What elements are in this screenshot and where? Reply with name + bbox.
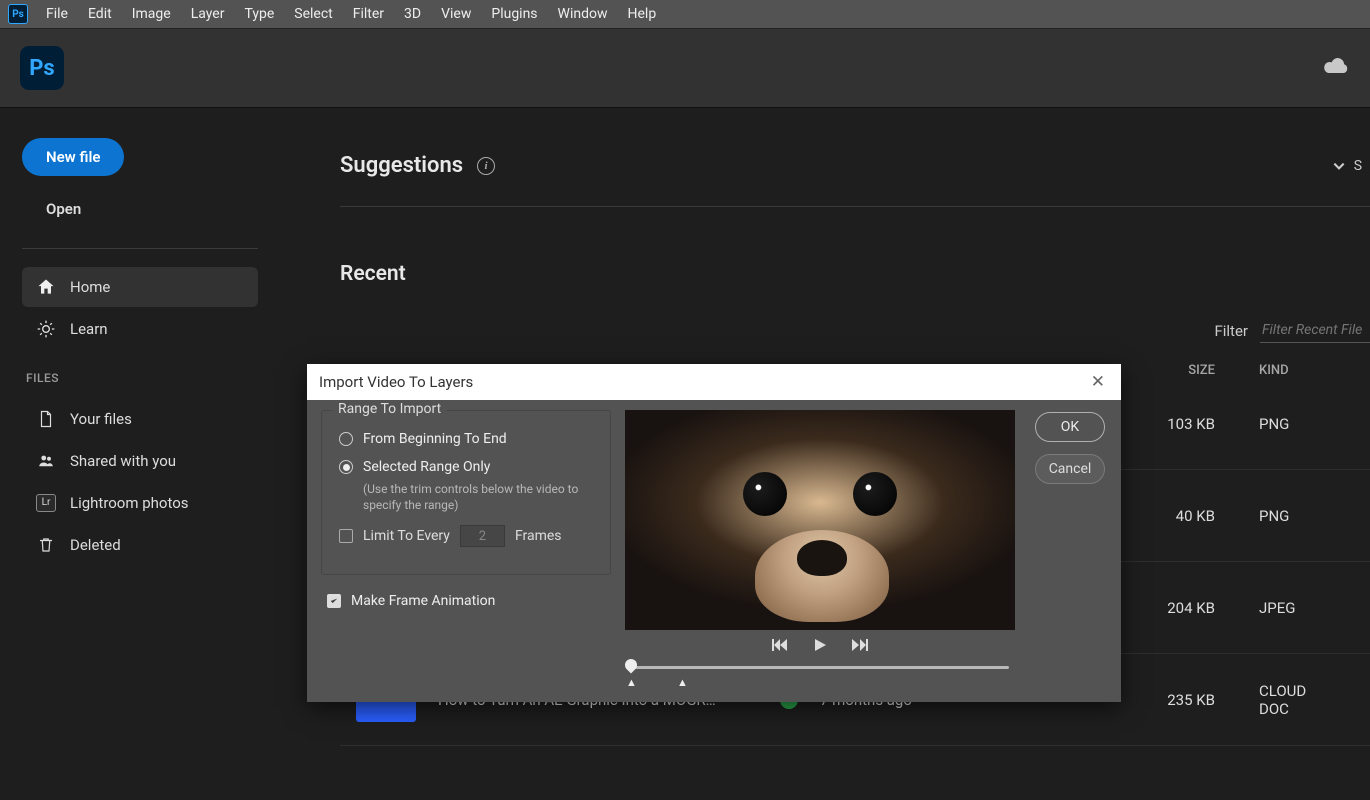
sidebar-item-label: Your files (70, 410, 132, 428)
range-legend: Range To Import (332, 401, 447, 417)
sidebar-item-label: Learn (70, 320, 108, 338)
radio-icon (339, 432, 353, 446)
suggestions-divider (340, 206, 1370, 207)
sidebar: New file Open Home Learn FILES Your file… (0, 108, 280, 800)
playhead-handle[interactable] (623, 657, 640, 674)
sidebar-item-home[interactable]: Home (22, 267, 258, 307)
checkbox-icon (327, 594, 341, 608)
people-icon (36, 451, 56, 471)
menu-item-help[interactable]: Help (618, 2, 667, 26)
menu-item-3d[interactable]: 3D (394, 2, 431, 26)
limit-frames-input[interactable] (460, 525, 505, 547)
sidebar-item-shared[interactable]: Shared with you (22, 441, 258, 481)
sidebar-section-files: FILES (26, 371, 258, 385)
ps-badge-icon: Ps (8, 4, 28, 24)
make-frame-animation-checkbox[interactable]: Make Frame Animation (327, 593, 611, 609)
chevron-down-icon (1332, 159, 1346, 173)
app-header: Ps (0, 28, 1370, 108)
sidebar-item-your-files[interactable]: Your files (22, 399, 258, 439)
menu-item-select[interactable]: Select (284, 2, 342, 26)
file-size: 235 KB (1125, 691, 1215, 709)
radio-icon (339, 460, 353, 474)
ok-button[interactable]: OK (1035, 412, 1105, 442)
recent-heading: Recent (340, 262, 1370, 286)
trim-in-handle[interactable]: ▲ (626, 676, 637, 689)
learn-icon (36, 319, 56, 339)
dialog-close-button[interactable]: ✕ (1087, 372, 1109, 392)
file-size: 40 KB (1125, 507, 1215, 525)
col-size[interactable]: SIZE (1125, 363, 1215, 378)
new-file-button[interactable]: New file (22, 138, 124, 176)
ps-logo-icon: Ps (20, 46, 64, 90)
range-to-import-group: Range To Import From Beginning To End Se… (321, 410, 611, 575)
suggestions-heading: Suggestions i (340, 153, 495, 178)
home-icon (36, 277, 56, 297)
suggestions-toggle[interactable]: S (1332, 158, 1362, 174)
menu-item-window[interactable]: Window (548, 2, 618, 26)
info-icon[interactable]: i (477, 157, 495, 175)
step-forward-icon[interactable] (852, 638, 868, 652)
filter-recent-input[interactable] (1260, 318, 1370, 343)
video-preview (625, 410, 1015, 630)
radio-from-beginning[interactable]: From Beginning To End (339, 431, 596, 447)
sidebar-item-label: Lightroom photos (70, 494, 189, 512)
trash-icon (36, 535, 56, 555)
menu-item-layer[interactable]: Layer (181, 2, 235, 26)
col-kind[interactable]: KIND (1215, 363, 1335, 378)
file-kind: PNG (1215, 415, 1335, 433)
trim-timeline[interactable]: ▲ ▲ (629, 666, 1009, 669)
sidebar-item-label: Deleted (70, 536, 121, 554)
open-button[interactable]: Open (22, 190, 258, 228)
file-kind: CLOUD DOC (1215, 682, 1335, 718)
file-icon (36, 409, 56, 429)
trim-out-handle[interactable]: ▲ (677, 676, 688, 689)
file-kind: PNG (1215, 507, 1335, 525)
file-kind: JPEG (1215, 599, 1335, 617)
sidebar-item-learn[interactable]: Learn (22, 309, 258, 349)
sidebar-divider (22, 248, 258, 249)
sidebar-item-lightroom[interactable]: Lr Lightroom photos (22, 483, 258, 523)
limit-label: Limit To Every (363, 528, 450, 544)
file-size: 103 KB (1125, 415, 1215, 433)
step-back-icon[interactable] (772, 638, 788, 652)
frames-label: Frames (515, 528, 562, 544)
limit-checkbox[interactable] (339, 529, 353, 543)
menu-item-image[interactable]: Image (122, 2, 181, 26)
menu-item-view[interactable]: View (431, 2, 481, 26)
menu-item-edit[interactable]: Edit (78, 2, 122, 26)
filter-label: Filter (1214, 322, 1248, 340)
menu-item-plugins[interactable]: Plugins (481, 2, 547, 26)
sidebar-item-label: Home (70, 278, 110, 296)
menu-item-type[interactable]: Type (234, 2, 284, 26)
dialog-title: Import Video To Layers (319, 373, 473, 391)
cancel-button[interactable]: Cancel (1035, 454, 1105, 484)
radio-selected-range[interactable]: Selected Range Only (339, 459, 596, 475)
sidebar-item-deleted[interactable]: Deleted (22, 525, 258, 565)
sidebar-item-label: Shared with you (70, 452, 176, 470)
file-size: 204 KB (1125, 599, 1215, 617)
menubar: Ps File Edit Image Layer Type Select Fil… (0, 0, 1370, 28)
playback-controls (625, 638, 1015, 652)
cloud-sync-icon[interactable] (1322, 55, 1350, 81)
menu-item-filter[interactable]: Filter (343, 2, 394, 26)
lightroom-icon: Lr (36, 493, 56, 513)
dialog-titlebar[interactable]: Import Video To Layers ✕ (307, 364, 1121, 400)
play-icon[interactable] (812, 638, 828, 652)
import-video-dialog: Import Video To Layers ✕ Range To Import… (307, 364, 1121, 702)
selected-range-hint: (Use the trim controls below the video t… (363, 481, 596, 513)
menu-item-file[interactable]: File (36, 2, 78, 26)
